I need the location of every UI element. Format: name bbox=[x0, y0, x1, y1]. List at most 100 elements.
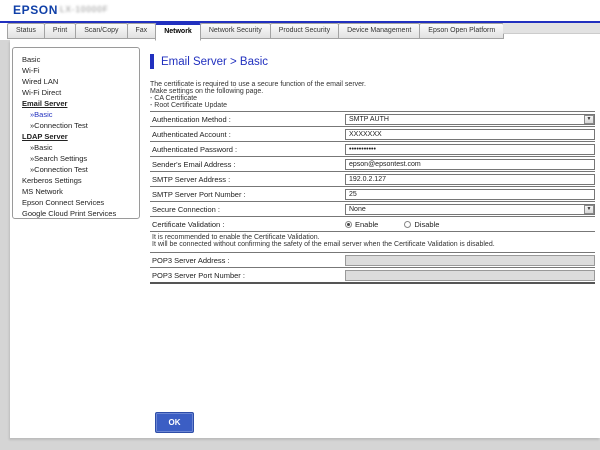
field-value bbox=[345, 255, 595, 266]
field-label: Certificate Validation : bbox=[150, 220, 345, 229]
radio-group-certificate-validation: Enable Disable bbox=[345, 220, 465, 229]
header: EPSON LX-10000F bbox=[0, 0, 600, 21]
input-authenticated-password[interactable]: ••••••••••• bbox=[345, 144, 595, 155]
input-pop3-server-port-number bbox=[345, 270, 595, 281]
field-text: None bbox=[349, 206, 366, 213]
select-authentication-method[interactable]: SMTP AUTH ▼ bbox=[345, 114, 595, 125]
sidebar-item-google-cloud-print-services[interactable]: Google Cloud Print Services bbox=[13, 208, 139, 219]
input-authenticated-account[interactable]: XXXXXXX bbox=[345, 129, 595, 140]
sidebar-item-kerberos-settings[interactable]: Kerberos Settings bbox=[13, 175, 139, 186]
field-text: 25 bbox=[349, 191, 357, 198]
select-secure-connection[interactable]: None ▼ bbox=[345, 204, 595, 215]
field-text: ••••••••••• bbox=[349, 146, 376, 153]
field-text: 192.0.2.127 bbox=[349, 176, 386, 183]
main-content: Email Server > Basic The certificate is … bbox=[150, 54, 595, 284]
tab-device-management[interactable]: Device Management bbox=[338, 23, 420, 39]
radio-label: Disable bbox=[414, 220, 439, 229]
tab-epson-open-platform[interactable]: Epson Open Platform bbox=[419, 23, 504, 39]
field-value: XXXXXXX bbox=[345, 129, 595, 140]
printer-model-name: LX-10000F bbox=[60, 5, 109, 14]
dropdown-arrow-icon[interactable]: ▼ bbox=[584, 205, 594, 214]
sidebar-item-connection-test[interactable]: »Connection Test bbox=[13, 164, 139, 175]
field-value: ••••••••••• bbox=[345, 144, 595, 155]
page-title: Email Server > Basic bbox=[161, 56, 268, 68]
sidebar-item-wired-lan[interactable]: Wired LAN bbox=[13, 76, 139, 87]
form-row-smtp-server-address: SMTP Server Address : 192.0.2.127 bbox=[150, 171, 595, 186]
input-sender-s-email-address[interactable]: epson@epsontest.com bbox=[345, 159, 595, 170]
dropdown-arrow-icon[interactable]: ▼ bbox=[584, 115, 594, 124]
tab-fax[interactable]: Fax bbox=[127, 23, 157, 39]
sidebar-item-ms-network[interactable]: MS Network bbox=[13, 186, 139, 197]
tab-bar: StatusPrintScan/CopyFaxNetworkNetwork Se… bbox=[0, 23, 600, 40]
content-panel: BasicWi-FiWired LANWi-Fi DirectEmail Ser… bbox=[10, 40, 600, 438]
sidebar-item-epson-connect-services[interactable]: Epson Connect Services bbox=[13, 197, 139, 208]
form-row-pop3-server-address: POP3 Server Address : bbox=[150, 252, 595, 267]
intro-line: - Root Certificate Update bbox=[150, 102, 595, 109]
field-label: Secure Connection : bbox=[150, 205, 345, 214]
field-value: None ▼ bbox=[345, 204, 595, 215]
form-rows-bottom: POP3 Server Address : POP3 Server Port Nu… bbox=[150, 252, 595, 282]
input-smtp-server-address[interactable]: 192.0.2.127 bbox=[345, 174, 595, 185]
input-pop3-server-address bbox=[345, 255, 595, 266]
form-row-sender-s-email-address: Sender's Email Address :epson@epsontest.… bbox=[150, 156, 595, 171]
intro-line: Make settings on the following page. bbox=[150, 88, 595, 95]
tab-print[interactable]: Print bbox=[44, 23, 76, 39]
tab-network-security[interactable]: Network Security bbox=[200, 23, 271, 39]
radio-option-enable: Enable bbox=[345, 220, 378, 229]
tab-product-security[interactable]: Product Security bbox=[270, 23, 339, 39]
form-row-secure-connection: Secure Connection : None ▼ bbox=[150, 201, 595, 216]
field-value: Enable Disable bbox=[345, 220, 595, 229]
tab-scan-copy[interactable]: Scan/Copy bbox=[75, 23, 127, 39]
sidebar-item-basic[interactable]: »Basic bbox=[13, 109, 139, 120]
note-line: It will be connected without confirming … bbox=[152, 241, 595, 248]
sidebar-item-basic[interactable]: »Basic bbox=[13, 142, 139, 153]
sidebar-item-email-server[interactable]: Email Server bbox=[13, 98, 139, 109]
radio-disable[interactable] bbox=[404, 221, 411, 228]
sidebar-item-wi-fi[interactable]: Wi-Fi bbox=[13, 65, 139, 76]
sidebar-item-ldap-server[interactable]: LDAP Server bbox=[13, 131, 139, 142]
sidebar-item-connection-test[interactable]: »Connection Test bbox=[13, 120, 139, 131]
field-label: SMTP Server Address : bbox=[150, 175, 345, 184]
radio-option-disable: Disable bbox=[404, 220, 439, 229]
intro-line: The certificate is required to use a sec… bbox=[150, 81, 595, 88]
epson-web-config-page: { "header": { "brand": "EPSON", "model":… bbox=[0, 0, 600, 450]
tab-bar-filler bbox=[503, 23, 600, 34]
field-text: SMTP AUTH bbox=[349, 116, 389, 123]
field-label: Authenticated Account : bbox=[150, 130, 345, 139]
note-line: It is recommended to enable the Certific… bbox=[152, 234, 595, 241]
field-value: epson@epsontest.com bbox=[345, 159, 595, 170]
tab-network[interactable]: Network bbox=[155, 23, 201, 41]
form-row-pop3-server-port-number: POP3 Server Port Number : bbox=[150, 267, 595, 282]
form-row-authenticated-password: Authenticated Password : ••••••••••• bbox=[150, 141, 595, 156]
radio-enable[interactable] bbox=[345, 221, 352, 228]
field-text: XXXXXXX bbox=[349, 131, 382, 138]
input-smtp-server-port-number[interactable]: 25 bbox=[345, 189, 595, 200]
sidebar-nav: BasicWi-FiWired LANWi-Fi DirectEmail Ser… bbox=[12, 47, 140, 219]
email-server-form: Authentication Method :SMTP AUTH▼Authent… bbox=[150, 111, 595, 284]
field-label: POP3 Server Address : bbox=[150, 256, 345, 265]
intro-line: - CA Certificate bbox=[150, 95, 595, 102]
form-row-smtp-server-port-number: SMTP Server Port Number : 25 bbox=[150, 186, 595, 201]
certificate-validation-note: It is recommended to enable the Certific… bbox=[150, 231, 595, 252]
field-value bbox=[345, 270, 595, 281]
sidebar-item-wi-fi-direct[interactable]: Wi-Fi Direct bbox=[13, 87, 139, 98]
epson-logo: EPSON bbox=[13, 3, 58, 17]
title-accent-bar bbox=[150, 54, 154, 69]
ok-button[interactable]: OK bbox=[155, 412, 194, 433]
form-row-authentication-method: Authentication Method :SMTP AUTH▼ bbox=[150, 111, 595, 126]
tab-status[interactable]: Status bbox=[7, 23, 45, 39]
field-label: Authenticated Password : bbox=[150, 145, 345, 154]
page-title-row: Email Server > Basic bbox=[150, 54, 595, 69]
form-row-certificate-validation: Certificate Validation : Enable Disable bbox=[150, 216, 595, 231]
field-label: SMTP Server Port Number : bbox=[150, 190, 345, 199]
field-value: SMTP AUTH ▼ bbox=[345, 114, 595, 125]
field-text: epson@epsontest.com bbox=[349, 161, 421, 168]
form-rows-top: Authentication Method :SMTP AUTH▼Authent… bbox=[150, 111, 595, 231]
field-value: 25 bbox=[345, 189, 595, 200]
sidebar-item-basic[interactable]: Basic bbox=[13, 54, 139, 65]
radio-label: Enable bbox=[355, 220, 378, 229]
field-label: POP3 Server Port Number : bbox=[150, 271, 345, 280]
intro-text: The certificate is required to use a sec… bbox=[150, 81, 595, 109]
field-value: 192.0.2.127 bbox=[345, 174, 595, 185]
sidebar-item-search-settings[interactable]: »Search Settings bbox=[13, 153, 139, 164]
